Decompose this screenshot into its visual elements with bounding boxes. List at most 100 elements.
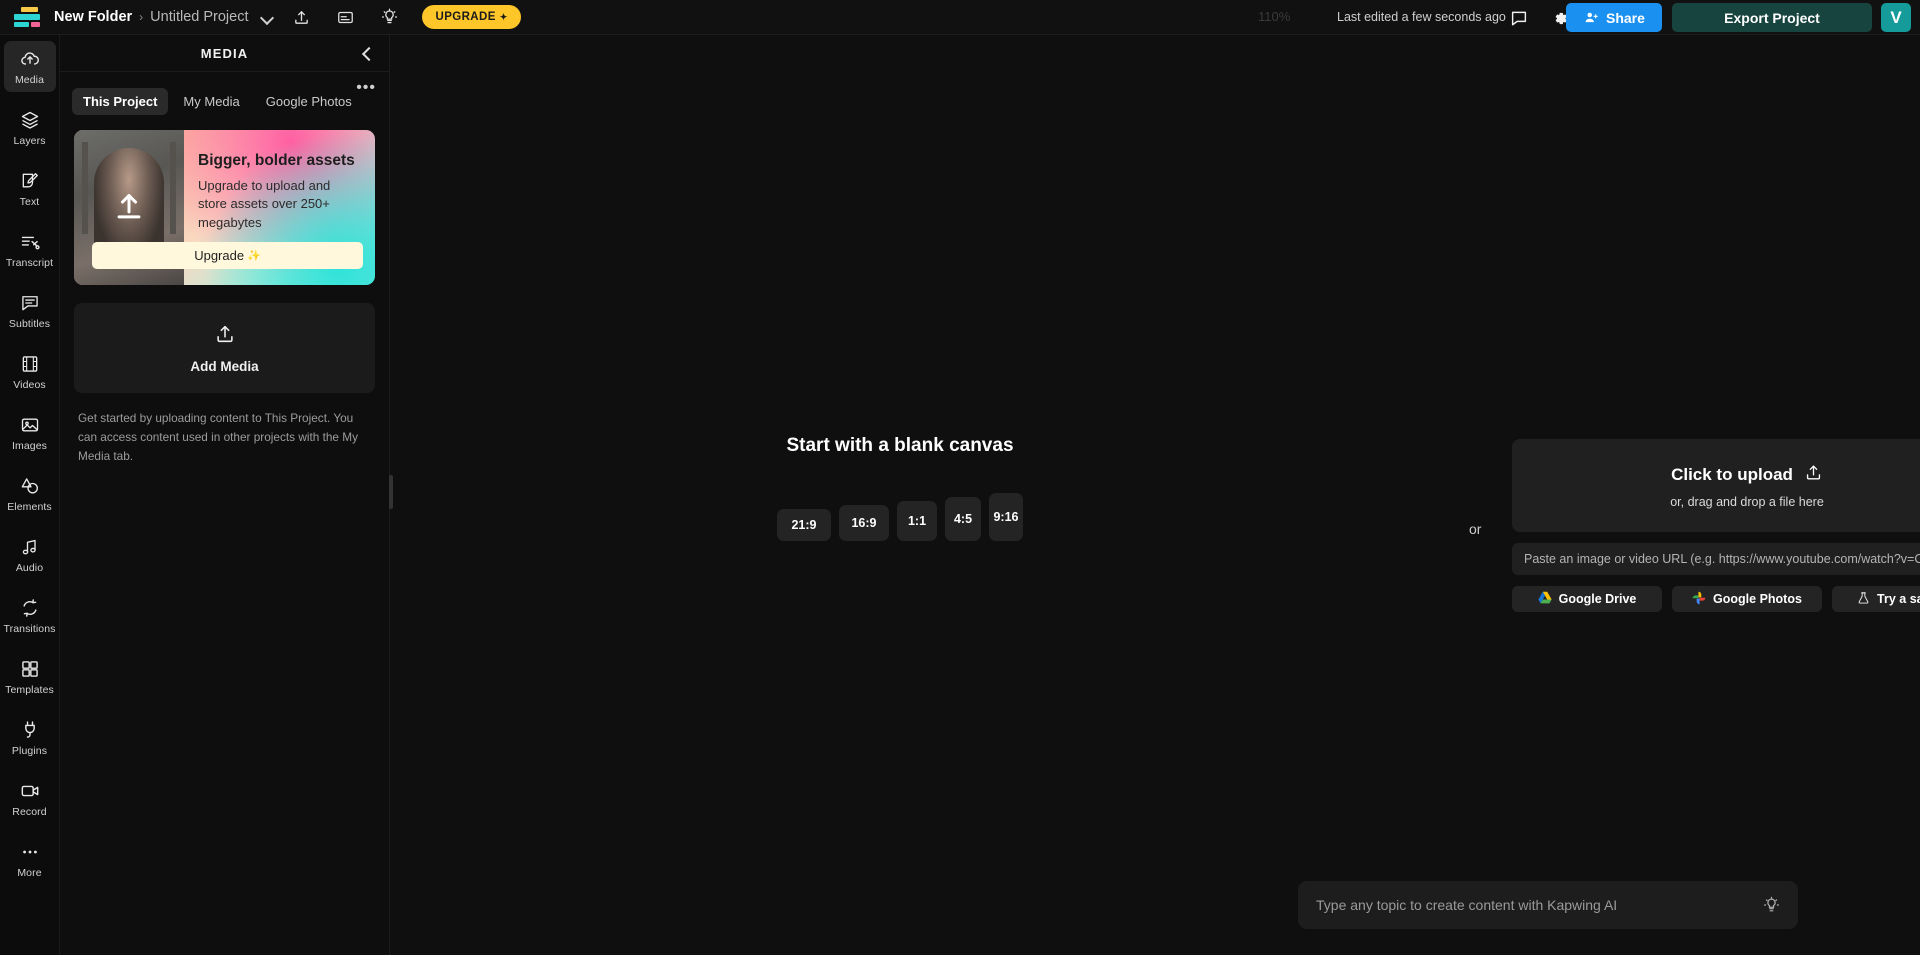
chevron-down-icon[interactable] <box>261 11 274 24</box>
aspect-ratio-16-9[interactable]: 16:9 <box>839 505 889 541</box>
tab-my-media[interactable]: My Media <box>172 88 250 115</box>
sidebar-item-more[interactable]: More <box>4 834 56 885</box>
try-a-sample-button[interactable]: Try a sample! <box>1832 586 1920 612</box>
aspect-ratio-21-9[interactable]: 21:9 <box>777 509 831 541</box>
upgrade-button[interactable]: UPGRADE ✦ <box>422 5 521 29</box>
cloud-upload-icon <box>20 49 40 69</box>
music-note-icon <box>20 537 40 557</box>
tips-lightbulb-icon[interactable] <box>372 2 406 32</box>
promo-subtitle: Upgrade to upload and store assets over … <box>198 178 331 230</box>
share-label: Share <box>1606 9 1645 26</box>
media-url-input[interactable] <box>1512 543 1920 575</box>
kapwing-logo-icon[interactable] <box>14 7 40 27</box>
share-button[interactable]: Share <box>1566 3 1662 32</box>
sidebar-item-layers[interactable]: Layers <box>4 102 56 153</box>
google-photos-button[interactable]: Google Photos <box>1672 586 1822 612</box>
kapwing-ai-prompt-bar[interactable]: Type any topic to create content with Ka… <box>1298 881 1798 929</box>
aspect-ratio-1-1[interactable]: 1:1 <box>897 501 937 541</box>
google-drive-icon <box>1537 591 1552 607</box>
plug-icon <box>20 720 40 740</box>
media-panel: MEDIA ••• This Project My Media Google P… <box>60 35 393 955</box>
ai-prompt-placeholder: Type any topic to create content with Ka… <box>1316 897 1618 913</box>
grid-squares-icon <box>20 659 40 679</box>
google-photos-icon <box>1692 591 1706 608</box>
promo-title: Bigger, bolder assets <box>198 152 355 169</box>
sidebar-item-images[interactable]: Images <box>4 407 56 458</box>
aspect-ratio-4-5[interactable]: 4:5 <box>945 497 981 541</box>
transitions-arrows-icon <box>20 598 40 618</box>
last-edited-status: Last edited a few seconds ago <box>1337 10 1506 24</box>
dropzone-title-row: Click to upload <box>1671 463 1823 487</box>
share-export-icon[interactable] <box>284 2 318 32</box>
upgrade-promo-card[interactable]: Bigger, bolder assets Upgrade to upload … <box>74 130 375 285</box>
sidebar-label-more: More <box>17 867 42 879</box>
flask-icon <box>1857 591 1870 608</box>
export-project-button[interactable]: Export Project <box>1672 3 1872 32</box>
top-bar: New Folder › Untitled Project UPGRADE ✦ … <box>0 0 1920 35</box>
add-media-button[interactable]: Add Media <box>74 303 375 393</box>
sidebar-label-subtitles: Subtitles <box>8 318 51 330</box>
film-icon <box>20 354 40 374</box>
sidebar-item-text[interactable]: Text <box>4 163 56 214</box>
transcript-scissors-icon <box>20 232 40 252</box>
dropzone[interactable]: Click to upload or, drag and drop a file… <box>1512 439 1920 532</box>
sidebar-label-images: Images <box>11 440 48 452</box>
upload-arrow-icon <box>112 187 146 228</box>
blank-canvas-title: Start with a blank canvas <box>786 435 1014 456</box>
sidebar-item-record[interactable]: Record <box>4 773 56 824</box>
external-source-buttons: Google Drive Google Photos Try a s <box>1512 586 1920 612</box>
sparkle-icon: ✦ <box>499 11 508 22</box>
sidebar-label-templates: Templates <box>5 684 54 696</box>
sidebar-label-elements: Elements <box>7 501 52 513</box>
breadcrumb: New Folder › Untitled Project <box>54 9 274 25</box>
panel-title: MEDIA <box>200 45 249 61</box>
sidebar-item-subtitles[interactable]: Subtitles <box>4 285 56 336</box>
sidebar-item-elements[interactable]: Elements <box>4 468 56 519</box>
upload-icon <box>1804 463 1823 487</box>
dropzone-subtitle: or, drag and drop a file here <box>1670 494 1824 509</box>
sidebar-item-audio[interactable]: Audio <box>4 529 56 580</box>
promo-upgrade-button[interactable]: Upgrade ✨ <box>92 242 363 269</box>
panel-overflow-menu-icon[interactable]: ••• <box>356 80 376 96</box>
sidebar-item-videos[interactable]: Videos <box>4 346 56 397</box>
zoom-level-indicator[interactable]: 110% <box>1258 9 1290 24</box>
ai-ideas-lightbulb-icon[interactable] <box>1763 896 1780 914</box>
subtitles-toggle-icon[interactable] <box>328 2 362 32</box>
collapse-panel-chevron-left-icon[interactable] <box>357 44 377 64</box>
sidebar-item-media[interactable]: Media <box>3 41 56 92</box>
upgrade-label: UPGRADE <box>435 11 496 23</box>
media-panel-hint: Get started by uploading content to This… <box>78 411 358 463</box>
sidebar-label-videos: Videos <box>13 379 46 391</box>
sidebar-label-text: Text <box>19 196 40 208</box>
sidebar-label-layers: Layers <box>13 135 46 147</box>
tab-google-photos[interactable]: Google Photos <box>255 88 363 115</box>
sidebar-item-templates[interactable]: Templates <box>4 651 56 702</box>
sidebar-label-transitions: Transitions <box>3 623 56 635</box>
aspect-ratio-9-16[interactable]: 9:16 <box>989 493 1023 541</box>
sidebar-item-transitions[interactable]: Transitions <box>3 590 56 641</box>
sidebar-item-transcript[interactable]: Transcript <box>4 224 56 275</box>
aspect-ratio-options: 21:9 16:9 1:1 4:5 9:16 <box>750 493 1050 541</box>
text-edit-icon <box>20 171 40 191</box>
sidebar-label-transcript: Transcript <box>5 257 54 269</box>
tab-this-project[interactable]: This Project <box>72 88 169 115</box>
shapes-icon <box>20 476 40 496</box>
comments-icon[interactable] <box>1502 3 1536 33</box>
media-tabs: This Project My Media Google Photos <box>60 72 389 115</box>
google-drive-button[interactable]: Google Drive <box>1512 586 1662 612</box>
sidebar-item-plugins[interactable]: Plugins <box>4 712 56 763</box>
breadcrumb-project-title[interactable]: Untitled Project <box>150 9 248 25</box>
sidebar-label-plugins: Plugins <box>11 745 48 757</box>
sidebar-label-audio: Audio <box>15 562 44 574</box>
ellipsis-icon <box>20 842 40 862</box>
breadcrumb-folder[interactable]: New Folder <box>54 9 132 25</box>
media-panel-header: MEDIA <box>60 35 389 72</box>
panel-resize-handle[interactable] <box>389 475 393 509</box>
left-sidebar: Media Layers Text Transcript Subtitles V… <box>0 35 60 955</box>
canvas-area: Start with a blank canvas 21:9 16:9 1:1 … <box>390 35 1920 955</box>
upload-panel: Click to upload or, drag and drop a file… <box>1512 439 1920 612</box>
avatar[interactable]: V <box>1881 3 1911 32</box>
sidebar-label-record: Record <box>12 806 47 818</box>
dropzone-title: Click to upload <box>1671 464 1793 484</box>
breadcrumb-separator: › <box>139 10 144 24</box>
